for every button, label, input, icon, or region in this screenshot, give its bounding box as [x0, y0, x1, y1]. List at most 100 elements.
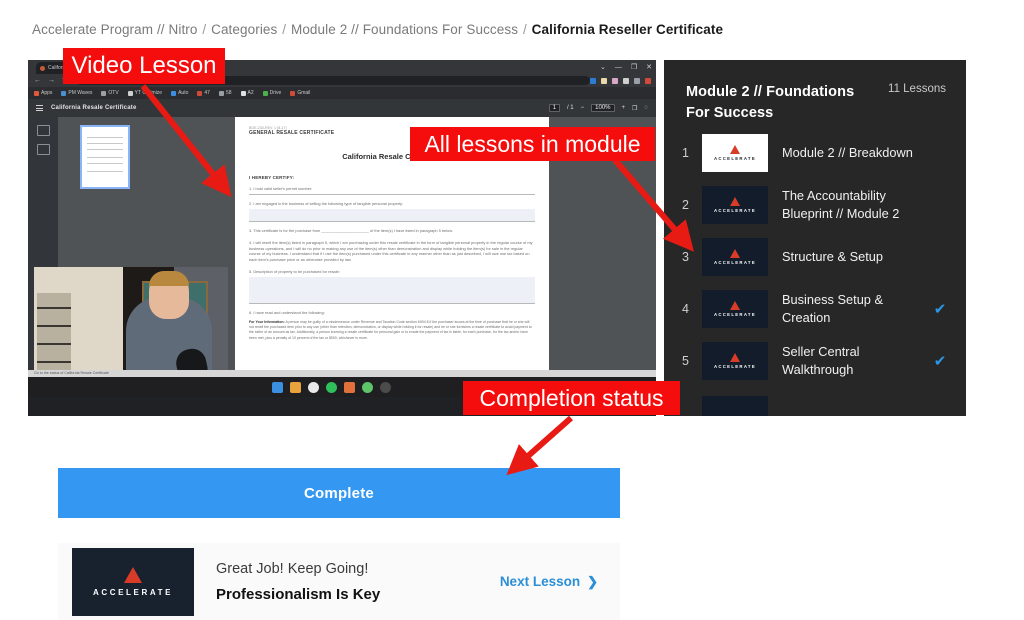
lesson-row[interactable]: 2 ACCELERATE The Accountability Blueprin…: [664, 179, 966, 231]
document-line: 5. Description of property to be purchas…: [249, 268, 340, 274]
bookmark-item[interactable]: 58: [218, 90, 232, 96]
lesson-number: 2: [682, 198, 689, 213]
lesson-row[interactable]: 3 ACCELERATE Structure & Setup: [664, 231, 966, 283]
page-number-input[interactable]: 1: [548, 104, 560, 112]
bookmark-label: YT Optimize: [134, 90, 163, 96]
video-player[interactable]: California Resale Certificate ⌄ — ❐ ✕ ← …: [28, 60, 656, 416]
logo-wordmark: ACCELERATE: [713, 156, 757, 162]
browser-status-bar: Go to the status of California Resale Ce…: [28, 370, 656, 377]
taskbar-icon[interactable]: [272, 381, 283, 393]
close-icon[interactable]: ✕: [646, 64, 652, 71]
accelerate-logo-icon: [730, 249, 740, 259]
breadcrumb-current: California Reseller Certificate: [531, 22, 724, 37]
zoom-in-icon[interactable]: +: [622, 105, 626, 111]
taskbar-icon[interactable]: [380, 381, 391, 393]
complete-button[interactable]: Complete: [58, 468, 620, 518]
forward-icon[interactable]: →: [48, 77, 55, 85]
menu-icon[interactable]: [36, 105, 43, 111]
document-note: For Your Information: A person may be gu…: [249, 320, 535, 341]
breadcrumb-separator: /: [282, 22, 287, 37]
extension-icon[interactable]: [623, 77, 629, 84]
bookmark-item[interactable]: Gmail: [290, 90, 310, 96]
thumbnails-icon[interactable]: [36, 125, 50, 136]
taskbar-icon[interactable]: [344, 381, 355, 393]
lesson-row[interactable]: 1 ACCELERATE Module 2 // Breakdown: [664, 127, 966, 179]
taskbar-icon[interactable]: [326, 381, 337, 393]
outline-icon[interactable]: [36, 144, 50, 155]
bookmark-item[interactable]: Auto: [171, 90, 188, 96]
document-fill-field: [249, 209, 535, 223]
lesson-count-label: 11 Lessons: [888, 83, 946, 95]
lesson-thumbnail: ACCELERATE: [702, 134, 768, 173]
next-lesson-card[interactable]: ACCELERATE Great Job! Keep Going! Profes…: [58, 543, 620, 620]
bookmark-item[interactable]: A2: [240, 90, 254, 96]
annotation-completion-status: Completion status: [463, 381, 680, 415]
extension-icon[interactable]: [634, 77, 640, 84]
bookmark-label: Auto: [178, 90, 189, 96]
bookmark-label: OTV: [108, 90, 119, 96]
window-chevron-down-icon[interactable]: ⌄: [600, 64, 606, 71]
extension-icon[interactable]: [590, 77, 596, 84]
document-certify-label: I HEREBY CERTIFY:: [249, 175, 295, 180]
lesson-number: 4: [682, 302, 689, 317]
bookmark-item[interactable]: PM Waves: [61, 90, 92, 96]
bookmark-item[interactable]: OTV: [101, 90, 119, 96]
lesson-footer: Complete ACCELERATE Great Job! Keep Goin…: [28, 440, 648, 620]
bookmark-label: A2: [247, 90, 254, 96]
extension-icon[interactable]: [612, 77, 618, 84]
document-note-label: For Your Information:: [249, 319, 285, 324]
browser-nav-buttons: ← → ↻: [28, 77, 68, 85]
breadcrumb-item-0[interactable]: Accelerate Program // Nitro: [32, 22, 198, 37]
breadcrumb-item-2[interactable]: Module 2 // Foundations For Success: [291, 22, 518, 37]
lesson-row[interactable]: 4 ACCELERATE Business Setup & Creation ✔: [664, 283, 966, 335]
webcam-overlay: [34, 267, 228, 375]
next-lesson-thumbnail: ACCELERATE: [72, 547, 194, 616]
pdf-viewer-toolbar: California Resale Certificate 1 / 1 − 10…: [28, 99, 656, 117]
lesson-thumbnail: ACCELERATE: [702, 342, 768, 381]
shelf-shape: [37, 293, 71, 373]
document-line: 3. This certificate is for the purchase …: [249, 228, 453, 234]
taskbar-icon[interactable]: [308, 381, 319, 393]
lesson-title: Seller Central Walkthrough: [782, 344, 860, 378]
bookmark-item[interactable]: 47: [197, 90, 210, 96]
lesson-complete-check-icon: ✔: [933, 300, 947, 318]
accelerate-logo-icon: [730, 197, 740, 207]
lesson-row[interactable]: 5 ACCELERATE Seller Central Walkthrough …: [664, 335, 966, 387]
bookmark-item[interactable]: Apps: [34, 90, 52, 96]
taskbar-icon[interactable]: [362, 381, 373, 393]
maximize-icon[interactable]: ❐: [631, 64, 637, 71]
lesson-title: The Accountability Blueprint // Module 2: [782, 188, 900, 222]
breadcrumb-separator: /: [202, 22, 207, 37]
lesson-row-partial[interactable]: [664, 389, 966, 416]
annotation-video-lesson: Video Lesson: [63, 48, 225, 84]
bookmark-item[interactable]: Drive: [262, 90, 282, 96]
annotation-all-lessons: All lessons in module: [410, 127, 655, 161]
bookmarks-bar: Apps PM Waves OTV YT Optimize Auto 47 58…: [28, 87, 656, 99]
bookmark-label: Drive: [269, 90, 282, 96]
zoom-level-label[interactable]: 100%: [591, 104, 615, 112]
accelerate-logo-icon: [730, 353, 740, 363]
breadcrumb-separator: /: [522, 22, 527, 37]
rotate-icon[interactable]: ◌: [644, 105, 648, 111]
bookmark-label: 58: [225, 90, 232, 96]
accelerate-logo-icon: [730, 145, 740, 155]
logo-wordmark: ACCELERATE: [713, 312, 757, 318]
lesson-thumbnail: ACCELERATE: [702, 290, 768, 329]
lesson-thumbnail: ACCELERATE: [702, 186, 768, 225]
logo-wordmark: ACCELERATE: [713, 260, 757, 266]
pdf-page-thumbnail[interactable]: [80, 125, 130, 189]
document-line: 2. I am engaged in the business of selli…: [249, 200, 404, 206]
lesson-number: 1: [682, 146, 689, 161]
back-icon[interactable]: ←: [34, 77, 41, 85]
extension-icon[interactable]: [645, 77, 651, 84]
next-lesson-link[interactable]: Next Lesson ❯: [500, 574, 598, 590]
bookmark-item[interactable]: YT Optimize: [127, 90, 163, 96]
breadcrumb-item-1[interactable]: Categories: [211, 22, 277, 37]
fit-page-icon[interactable]: ❐: [632, 105, 637, 112]
lesson-thumbnail: [702, 396, 768, 416]
minimize-icon[interactable]: —: [615, 64, 622, 71]
lesson-number: 5: [682, 354, 689, 369]
extension-icon[interactable]: [601, 77, 607, 84]
taskbar-icon[interactable]: [290, 381, 301, 393]
zoom-out-icon[interactable]: −: [581, 105, 585, 111]
